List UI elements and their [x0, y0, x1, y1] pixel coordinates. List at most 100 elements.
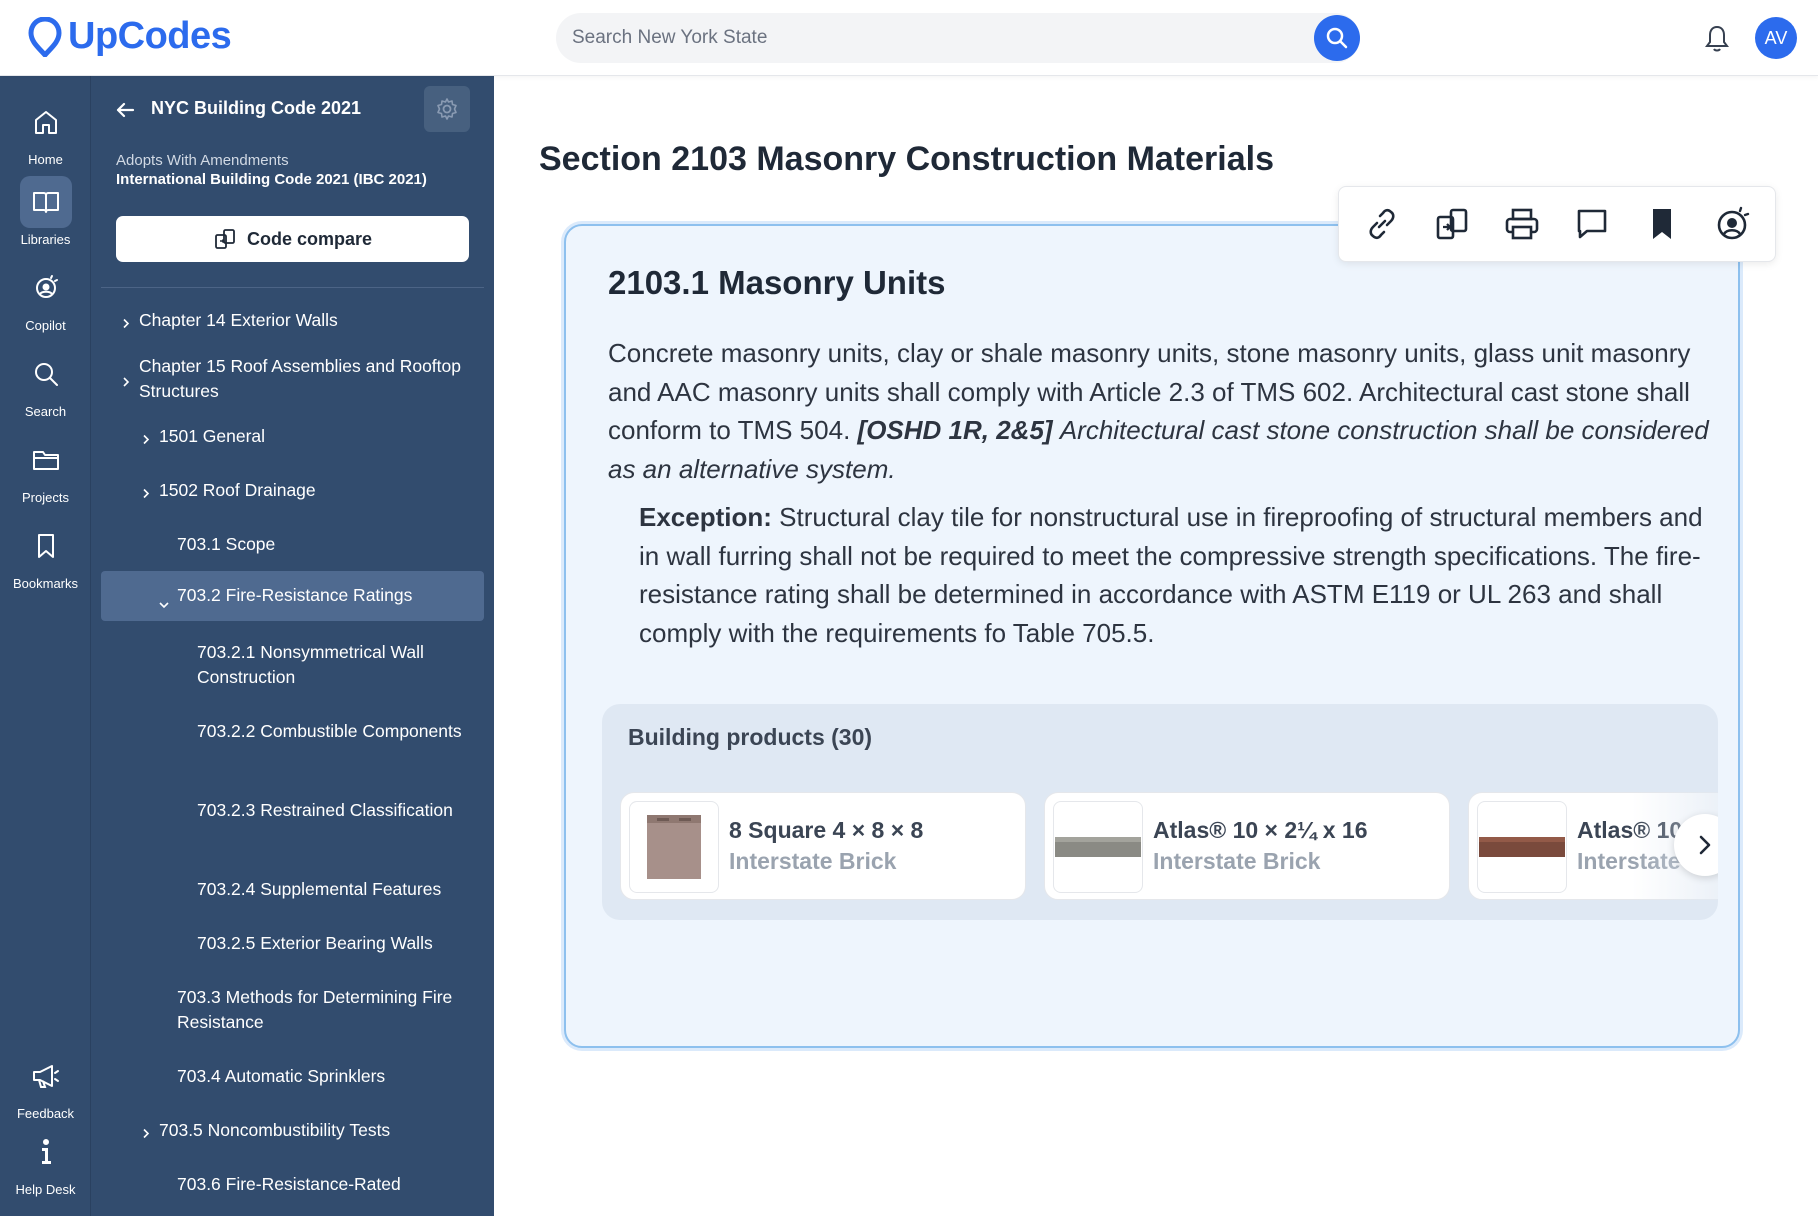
search-button[interactable] [1314, 15, 1360, 61]
toc-item-703-2-3[interactable]: 703.2.3 Restrained Classification [101, 798, 484, 823]
rail-item-libraries[interactable]: Libraries [0, 176, 91, 247]
back-arrow-icon[interactable] [113, 98, 137, 122]
panel-header: NYC Building Code 2021 [91, 76, 494, 156]
toc-item-703-6[interactable]: 703.6 Fire-Resistance-Rated [101, 1172, 484, 1197]
copy-link-button[interactable] [1358, 200, 1406, 248]
chevron-right-icon [143, 1128, 150, 1139]
rail-item-help-desk[interactable]: Help Desk [0, 1126, 91, 1197]
amendment-tag[interactable]: [OSHD 1R, 2&5] [858, 415, 1053, 445]
chevron-right-icon [123, 377, 130, 387]
rail-item-feedback[interactable]: Feedback [0, 1050, 91, 1121]
toc-item-label: 703.2 Fire-Resistance Ratings [177, 585, 413, 605]
home-icon [20, 96, 72, 148]
toc-item-1502[interactable]: 1502 Roof Drainage [101, 478, 484, 503]
toc-item-703-2[interactable]: 703.2 Fire-Resistance Ratings [101, 571, 484, 621]
copilot-icon [20, 262, 72, 314]
copilot-button[interactable] [1708, 200, 1756, 248]
rail-item-search[interactable]: Search [0, 348, 91, 419]
rail-item-projects[interactable]: Projects [0, 434, 91, 505]
subsection-card: 2103.1 Masonry Units Concrete masonry un… [564, 224, 1740, 1048]
building-products-title: Building products (30) [628, 724, 873, 750]
brick-block-icon [1055, 837, 1141, 857]
book-icon [19, 176, 72, 228]
toc-item-703-4[interactable]: 703.4 Automatic Sprinklers [101, 1064, 484, 1089]
toc-item-label: 703.1 Scope [177, 534, 276, 554]
toc-item-label: 703.4 Automatic Sprinklers [177, 1066, 386, 1086]
user-avatar[interactable]: AV [1755, 17, 1797, 59]
chevron-right-icon [1699, 835, 1711, 855]
toc-item-chapter-15[interactable]: Chapter 15 Roof Assemblies and Rooftop S… [101, 354, 484, 404]
rail-item-home[interactable]: Home [0, 96, 91, 167]
code-compare-button[interactable]: Code compare [116, 216, 469, 262]
toc-item-703-2-5[interactable]: 703.2.5 Exterior Bearing Walls [101, 931, 484, 956]
info-icon [20, 1126, 72, 1178]
copilot-icon [1717, 206, 1750, 240]
chevron-right-icon [143, 488, 150, 499]
search-bar [556, 13, 1360, 63]
code-compare-label: Code compare [246, 228, 373, 249]
toc-item-1501[interactable]: 1501 General [101, 424, 484, 449]
toc-item-label: 703.2.3 Restrained Classification [197, 800, 453, 820]
chevron-right-icon [123, 318, 130, 329]
rail-label: Copilot [25, 318, 66, 333]
search-icon [20, 348, 72, 400]
bookmark-button[interactable] [1638, 200, 1686, 248]
toc-item-703-2-4[interactable]: 703.2.4 Supplemental Features [101, 877, 484, 902]
search-icon [1326, 27, 1348, 49]
settings-button[interactable] [424, 86, 470, 132]
toc-item-label: 703.2.5 Exterior Bearing Walls [197, 933, 433, 953]
subsection-paragraph: Concrete masonry units, clay or shale ma… [608, 334, 1718, 488]
toc-item-label: 703.2.4 Supplemental Features [197, 879, 442, 899]
compare-section-button[interactable] [1428, 200, 1476, 248]
toc-item-label: 703.2.2 Combustible Components [197, 721, 462, 741]
rail-label: Projects [22, 490, 69, 505]
panel-divider [101, 287, 484, 288]
subsection-title: 2103.1 Masonry Units [608, 264, 946, 301]
rail-item-copilot[interactable]: Copilot [0, 262, 91, 333]
rail-label: Home [28, 152, 63, 167]
print-button[interactable] [1498, 200, 1546, 248]
left-nav-rail: Home Libraries Copilot Search Projects B… [0, 76, 91, 1216]
toc-item-label: Chapter 14 Exterior Walls [139, 310, 338, 330]
notification-bell-icon[interactable] [1703, 23, 1731, 53]
folder-icon [20, 434, 72, 486]
product-name: Atlas® 10 × 2¼ x 16 [1153, 817, 1368, 843]
toc-item-label: 703.5 Noncombustibility Tests [159, 1120, 391, 1140]
toc-item-label: 703.3 Methods for Determining Fire Resis… [177, 987, 453, 1032]
rail-label: Help Desk [15, 1182, 76, 1197]
megaphone-icon [20, 1050, 72, 1102]
product-card[interactable]: Atlas® 10 × 2¼ x 16 Interstate Brick [1044, 792, 1450, 900]
upcodes-logo[interactable]: UpCodes [28, 15, 232, 58]
toc-item-chapter-14[interactable]: Chapter 14 Exterior Walls [101, 300, 484, 341]
rail-label: Bookmarks [12, 576, 79, 591]
brick-block-icon [647, 815, 701, 879]
product-image [1053, 801, 1143, 893]
rail-label: Libraries [20, 232, 71, 247]
toc-item-label: 703.2.1 Nonsymmetrical Wall Construction [197, 642, 424, 687]
toc-item-703-5[interactable]: 703.5 Noncombustibility Tests [101, 1118, 484, 1143]
toc-item-label: 703.6 Fire-Resistance-Rated [177, 1174, 401, 1194]
toc-item-703-2-1[interactable]: 703.2.1 Nonsymmetrical Wall Construction [101, 640, 484, 690]
product-image [629, 801, 719, 893]
rail-item-bookmarks[interactable]: Bookmarks [0, 520, 91, 591]
rail-label: Search [24, 404, 67, 419]
building-products-carousel: Building products (30) 8 Square 4 × 8 × … [602, 704, 1718, 920]
product-card[interactable]: 8 Square 4 × 8 × 8 Interstate Brick [620, 792, 1026, 900]
toc-item-703-1[interactable]: 703.1 Scope [101, 532, 484, 557]
product-name: 8 Square 4 × 8 × 8 [729, 817, 924, 843]
comment-button[interactable] [1568, 200, 1616, 248]
bookmark-icon [20, 520, 72, 572]
panel-title: NYC Building Code 2021 [151, 98, 362, 118]
bookmark-icon [1653, 209, 1671, 239]
search-input[interactable] [556, 13, 1296, 63]
exception-paragraph: Exception: Structural clay tile for nons… [639, 498, 1719, 652]
exception-text: Structural clay tile for nonstructural u… [639, 502, 1703, 648]
product-brand: Interstate Brick [1153, 848, 1321, 874]
chevron-right-icon [143, 434, 150, 445]
toc-item-703-2-2[interactable]: 703.2.2 Combustible Components [101, 719, 484, 744]
chevron-down-icon [159, 602, 169, 609]
toc-item-703-3[interactable]: 703.3 Methods for Determining Fire Resis… [101, 985, 484, 1035]
exception-label: Exception: [639, 502, 772, 532]
brick-block-icon [1479, 837, 1565, 857]
section-title: Section 2103 Masonry Construction Materi… [539, 140, 1274, 178]
